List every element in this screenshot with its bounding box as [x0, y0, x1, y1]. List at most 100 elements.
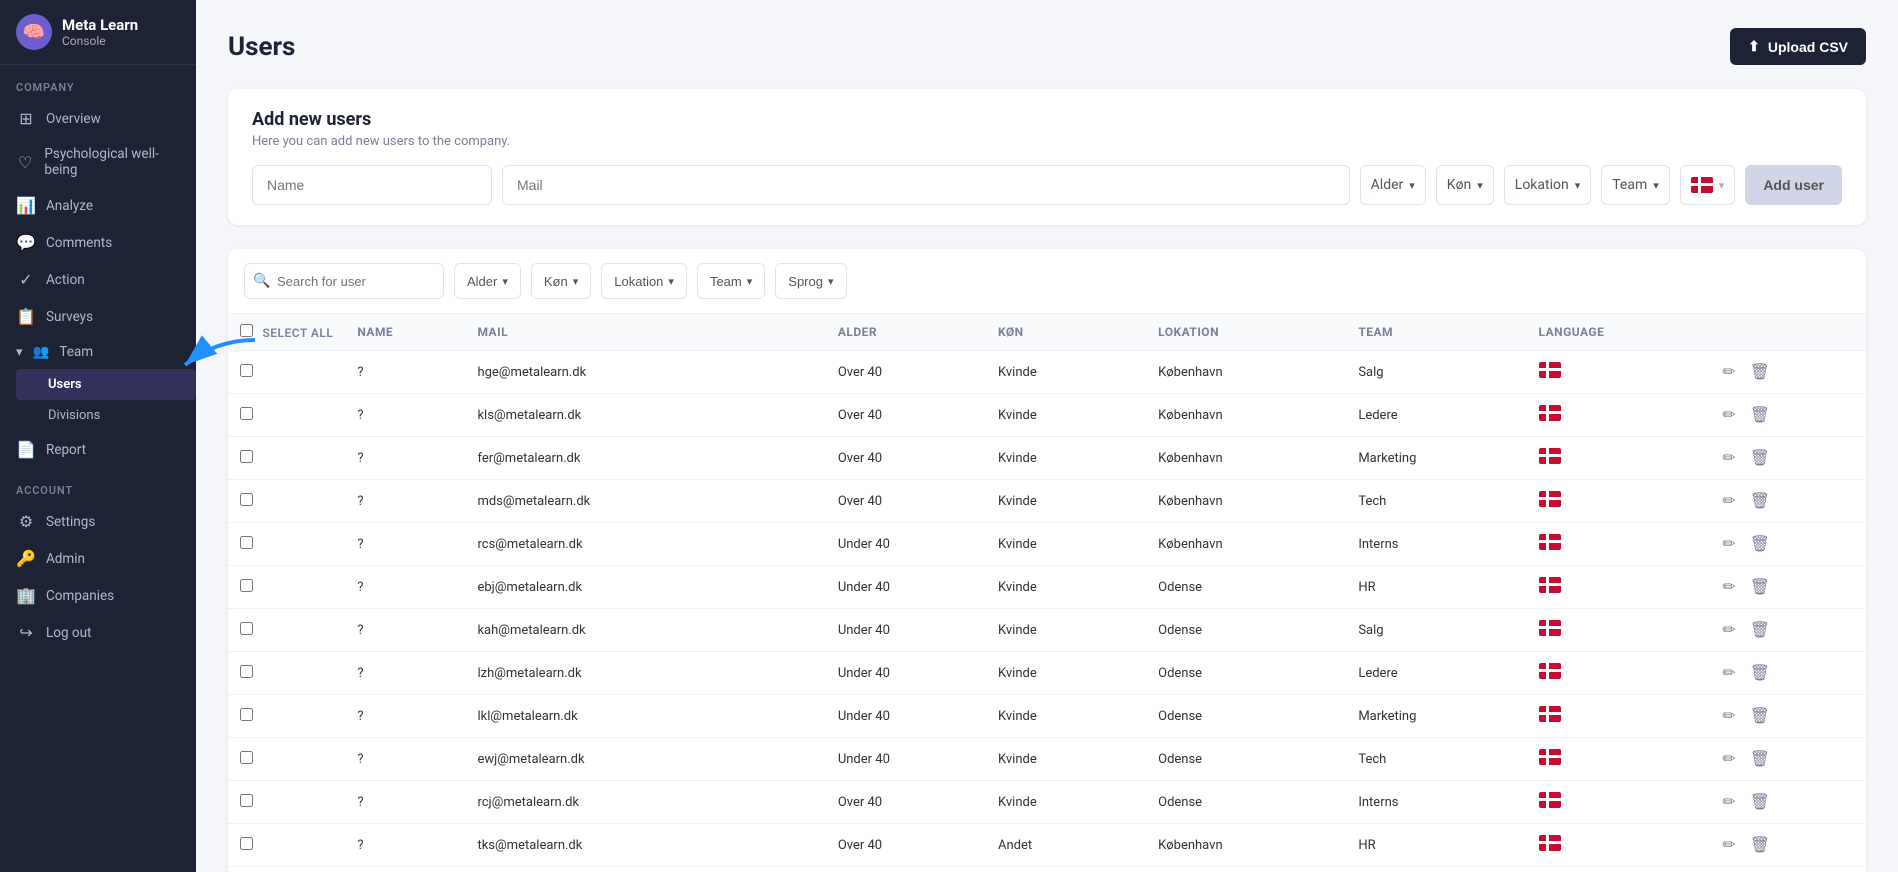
edit-button[interactable]: ✏: [1718, 532, 1739, 556]
sidebar-item-surveys[interactable]: 📋 Surveys: [0, 298, 196, 335]
row-team: Salg: [1346, 351, 1526, 394]
delete-button[interactable]: 🗑: [1746, 575, 1774, 599]
edit-button[interactable]: ✏: [1718, 403, 1739, 427]
edit-button[interactable]: ✏: [1718, 747, 1739, 771]
edit-button[interactable]: ✏: [1718, 489, 1739, 513]
filter-lokation-button[interactable]: Lokation: [601, 263, 687, 299]
row-kon: Kvinde: [986, 738, 1146, 781]
row-name: ?: [345, 566, 465, 609]
delete-button[interactable]: 🗑: [1746, 747, 1774, 771]
th-team: Team: [1346, 314, 1526, 351]
delete-button[interactable]: 🗑: [1746, 661, 1774, 685]
sidebar-item-divisions[interactable]: Divisions: [16, 400, 196, 431]
filter-sprog-button[interactable]: Sprog: [775, 263, 846, 299]
row-language: [1527, 566, 1707, 609]
search-input[interactable]: [244, 263, 444, 299]
row-name: ?: [345, 351, 465, 394]
sidebar-item-action[interactable]: ✓ Action: [0, 261, 196, 298]
delete-button[interactable]: 🗑: [1746, 360, 1774, 384]
row-kon: Kvinde: [986, 351, 1146, 394]
row-checkbox-cell: [228, 437, 345, 480]
sidebar-group-team-label: Team: [59, 344, 93, 360]
sidebar-item-users[interactable]: Users: [16, 369, 196, 400]
row-lokation: København: [1146, 867, 1346, 872]
edit-button[interactable]: ✏: [1718, 661, 1739, 685]
edit-button[interactable]: ✏: [1718, 360, 1739, 384]
row-name: ?: [345, 695, 465, 738]
row-checkbox[interactable]: [240, 665, 253, 678]
delete-button[interactable]: 🗑: [1746, 532, 1774, 556]
row-checkbox[interactable]: [240, 364, 253, 377]
row-kon: Kvinde: [986, 781, 1146, 824]
sidebar-item-overview[interactable]: ⊞ Overview: [0, 100, 196, 137]
row-checkbox-cell: [228, 867, 345, 872]
row-checkbox[interactable]: [240, 536, 253, 549]
row-checkbox[interactable]: [240, 837, 253, 850]
add-user-button[interactable]: Add user: [1745, 165, 1842, 205]
edit-button[interactable]: ✏: [1718, 833, 1739, 857]
row-mail: nrn@metalearn.dk: [465, 867, 825, 872]
edit-button[interactable]: ✏: [1718, 704, 1739, 728]
row-checkbox[interactable]: [240, 622, 253, 635]
edit-button[interactable]: ✏: [1718, 790, 1739, 814]
select-all-checkbox[interactable]: [240, 324, 253, 337]
sidebar-item-settings[interactable]: ⚙ Settings: [0, 503, 196, 540]
row-team: HR: [1346, 566, 1526, 609]
row-language: [1527, 652, 1707, 695]
mail-input[interactable]: [502, 165, 1350, 205]
flag-dropdown[interactable]: ▾: [1680, 165, 1736, 205]
row-checkbox[interactable]: [240, 708, 253, 721]
sidebar-item-comments[interactable]: 💬 Comments: [0, 224, 196, 261]
delete-button[interactable]: 🗑: [1746, 833, 1774, 857]
delete-button[interactable]: 🗑: [1746, 489, 1774, 513]
delete-button[interactable]: 🗑: [1746, 790, 1774, 814]
row-checkbox[interactable]: [240, 579, 253, 592]
row-team: Salg: [1346, 867, 1526, 872]
flag-dk-icon: [1539, 749, 1561, 765]
row-mail: ewj@metalearn.dk: [465, 738, 825, 781]
delete-button[interactable]: 🗑: [1746, 403, 1774, 427]
alder-dropdown[interactable]: Alder: [1360, 165, 1426, 205]
edit-button[interactable]: ✏: [1718, 446, 1739, 470]
lokation-label: Lokation: [1515, 177, 1569, 193]
row-checkbox[interactable]: [240, 751, 253, 764]
sidebar-item-analyze[interactable]: 📊 Analyze: [0, 187, 196, 224]
name-input[interactable]: [252, 165, 492, 205]
row-checkbox[interactable]: [240, 794, 253, 807]
delete-button[interactable]: 🗑: [1746, 704, 1774, 728]
row-kon: Kvinde: [986, 523, 1146, 566]
row-actions-cell: ✏ 🗑: [1706, 480, 1866, 523]
edit-button[interactable]: ✏: [1718, 618, 1739, 642]
sidebar-item-label: Comments: [46, 235, 112, 251]
row-mail: lzh@metalearn.dk: [465, 652, 825, 695]
row-checkbox[interactable]: [240, 493, 253, 506]
sidebar-item-companies[interactable]: 🏢 Companies: [0, 577, 196, 614]
row-checkbox-cell: [228, 394, 345, 437]
page-title: Users: [228, 32, 295, 62]
chevron-down-icon: ▾: [1719, 179, 1725, 192]
row-checkbox-cell: [228, 480, 345, 523]
delete-button[interactable]: 🗑: [1746, 618, 1774, 642]
filter-team-button[interactable]: Team: [697, 263, 765, 299]
edit-button[interactable]: ✏: [1718, 575, 1739, 599]
sidebar-item-report[interactable]: 📄 Report: [0, 431, 196, 468]
sidebar-item-logout[interactable]: ↪ Log out: [0, 614, 196, 651]
row-alder: Over 40: [826, 480, 986, 523]
account-section-label: ACCOUNT: [0, 468, 196, 503]
row-checkbox-cell: [228, 566, 345, 609]
kon-dropdown[interactable]: Køn: [1436, 165, 1494, 205]
upload-csv-label: Upload CSV: [1768, 39, 1848, 55]
upload-csv-button[interactable]: ⬆ Upload CSV: [1730, 28, 1866, 65]
sidebar-group-team-header[interactable]: ▾ 👥 Team: [0, 335, 196, 369]
row-lokation: Odense: [1146, 738, 1346, 781]
filter-alder-button[interactable]: Alder: [454, 263, 521, 299]
sidebar-item-psych[interactable]: ♡ Psychological well-being: [0, 137, 196, 187]
app-logo: 🧠 Meta Learn Console: [0, 0, 196, 65]
team-dropdown[interactable]: Team: [1601, 165, 1670, 205]
row-checkbox[interactable]: [240, 450, 253, 463]
filter-kon-button[interactable]: Køn: [531, 263, 591, 299]
delete-button[interactable]: 🗑: [1746, 446, 1774, 470]
row-checkbox[interactable]: [240, 407, 253, 420]
lokation-dropdown[interactable]: Lokation: [1504, 165, 1591, 205]
sidebar-item-admin[interactable]: 🔑 Admin: [0, 540, 196, 577]
